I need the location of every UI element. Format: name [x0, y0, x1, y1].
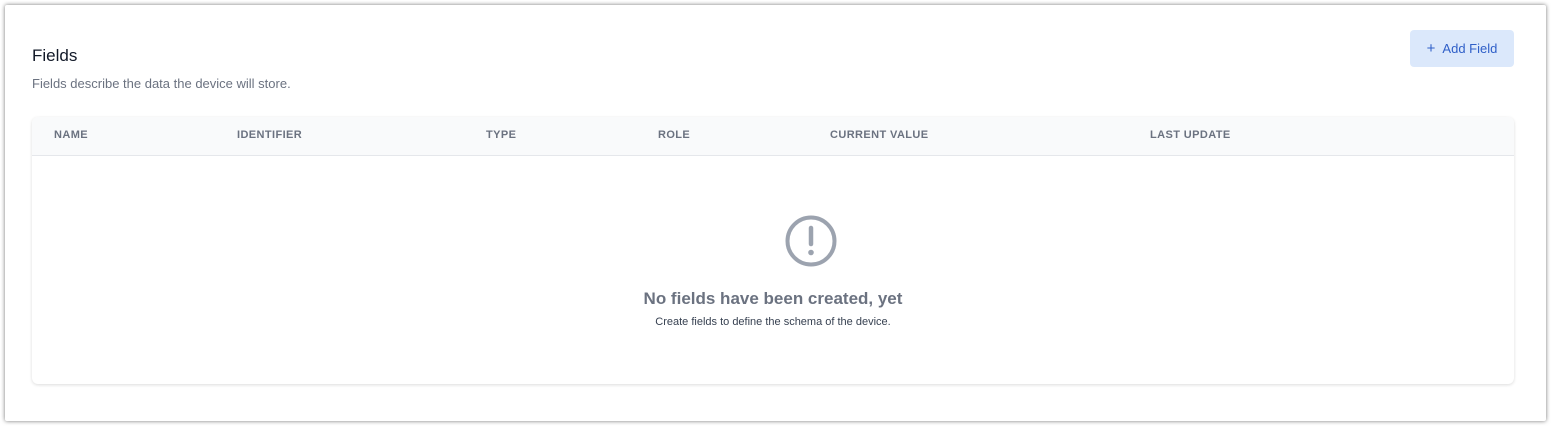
plus-icon: + [1426, 40, 1436, 57]
add-field-label: Add Field [1442, 41, 1498, 56]
fields-table: NAME IDENTIFIER TYPE ROLE CURRENT VALUE … [32, 117, 1514, 384]
add-field-button[interactable]: + Add Field [1410, 30, 1514, 67]
empty-state: No fields have been created, yet Create … [32, 156, 1514, 384]
column-header-role[interactable]: ROLE [658, 129, 690, 141]
column-header-type[interactable]: TYPE [486, 129, 516, 141]
column-header-current-value[interactable]: CURRENT VALUE [830, 129, 929, 141]
table-header: NAME IDENTIFIER TYPE ROLE CURRENT VALUE … [32, 117, 1514, 156]
column-header-identifier[interactable]: IDENTIFIER [237, 129, 302, 141]
section-title: Fields [32, 46, 78, 65]
empty-state-description: Create fields to define the schema of th… [655, 316, 891, 328]
column-header-last-update[interactable]: LAST UPDATE [1150, 129, 1231, 141]
section-description: Fields describe the data the device will… [32, 76, 291, 91]
exclamation-circle-icon [785, 215, 837, 267]
column-header-name[interactable]: NAME [54, 129, 88, 141]
empty-state-title: No fields have been created, yet [643, 289, 903, 308]
fields-panel: Fields Fields describe the data the devi… [5, 5, 1546, 421]
